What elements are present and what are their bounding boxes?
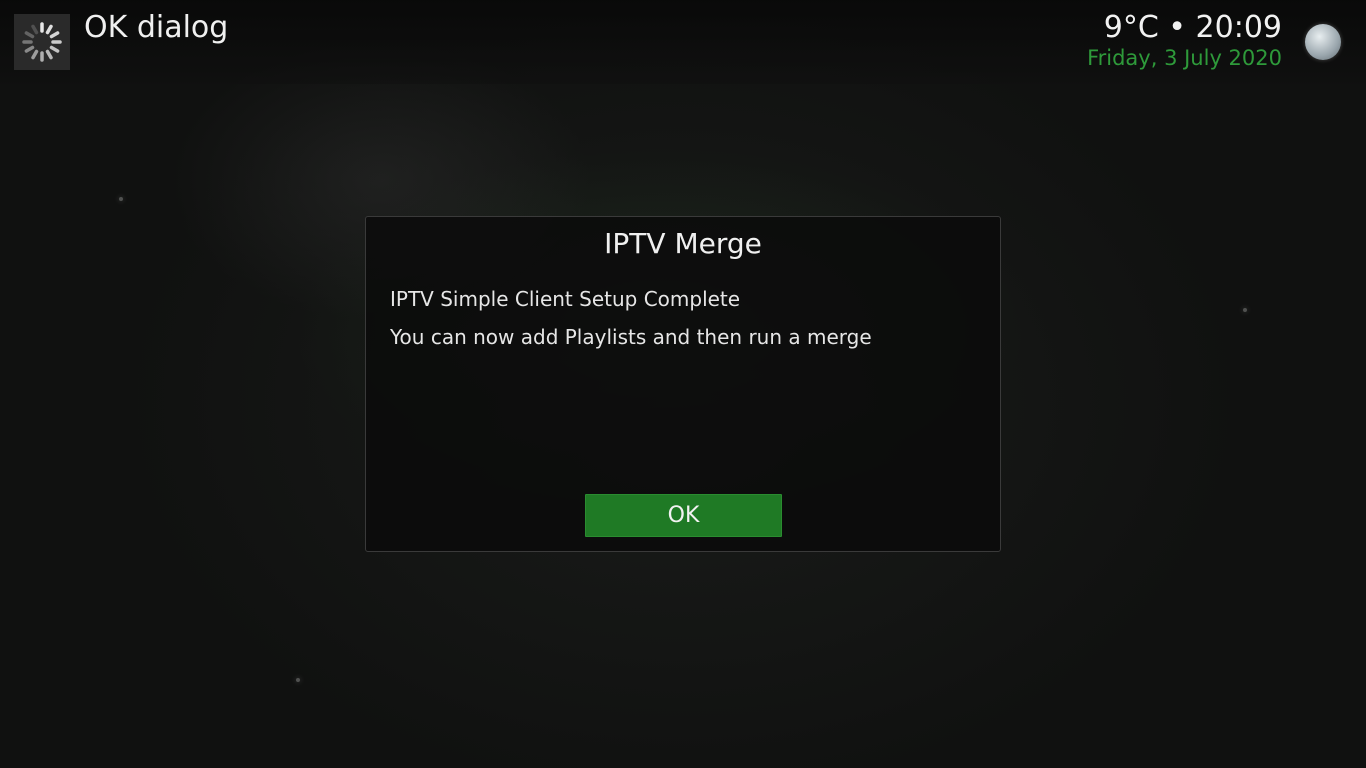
kodi-screen: OK dialog 9°C • 20:09 Friday, 3 July 202…: [0, 0, 1366, 768]
background-star: [1243, 308, 1247, 312]
weather-time: 9°C • 20:09: [1103, 10, 1282, 45]
current-date: Friday, 3 July 2020: [1087, 46, 1282, 70]
top-bar: OK dialog 9°C • 20:09 Friday, 3 July 202…: [0, 0, 1366, 84]
ok-button[interactable]: OK: [585, 494, 782, 537]
dialog-message-line: IPTV Simple Client Setup Complete: [390, 287, 741, 311]
window-title: OK dialog: [84, 10, 229, 45]
background-star: [119, 197, 123, 201]
busy-spinner-icon: [14, 14, 70, 70]
ok-dialog: IPTV Merge IPTV Simple Client Setup Comp…: [365, 216, 1001, 552]
moon-icon: [1305, 24, 1341, 60]
dialog-title: IPTV Merge: [604, 227, 762, 260]
dialog-message-line: You can now add Playlists and then run a…: [390, 325, 872, 349]
background-star: [296, 678, 300, 682]
